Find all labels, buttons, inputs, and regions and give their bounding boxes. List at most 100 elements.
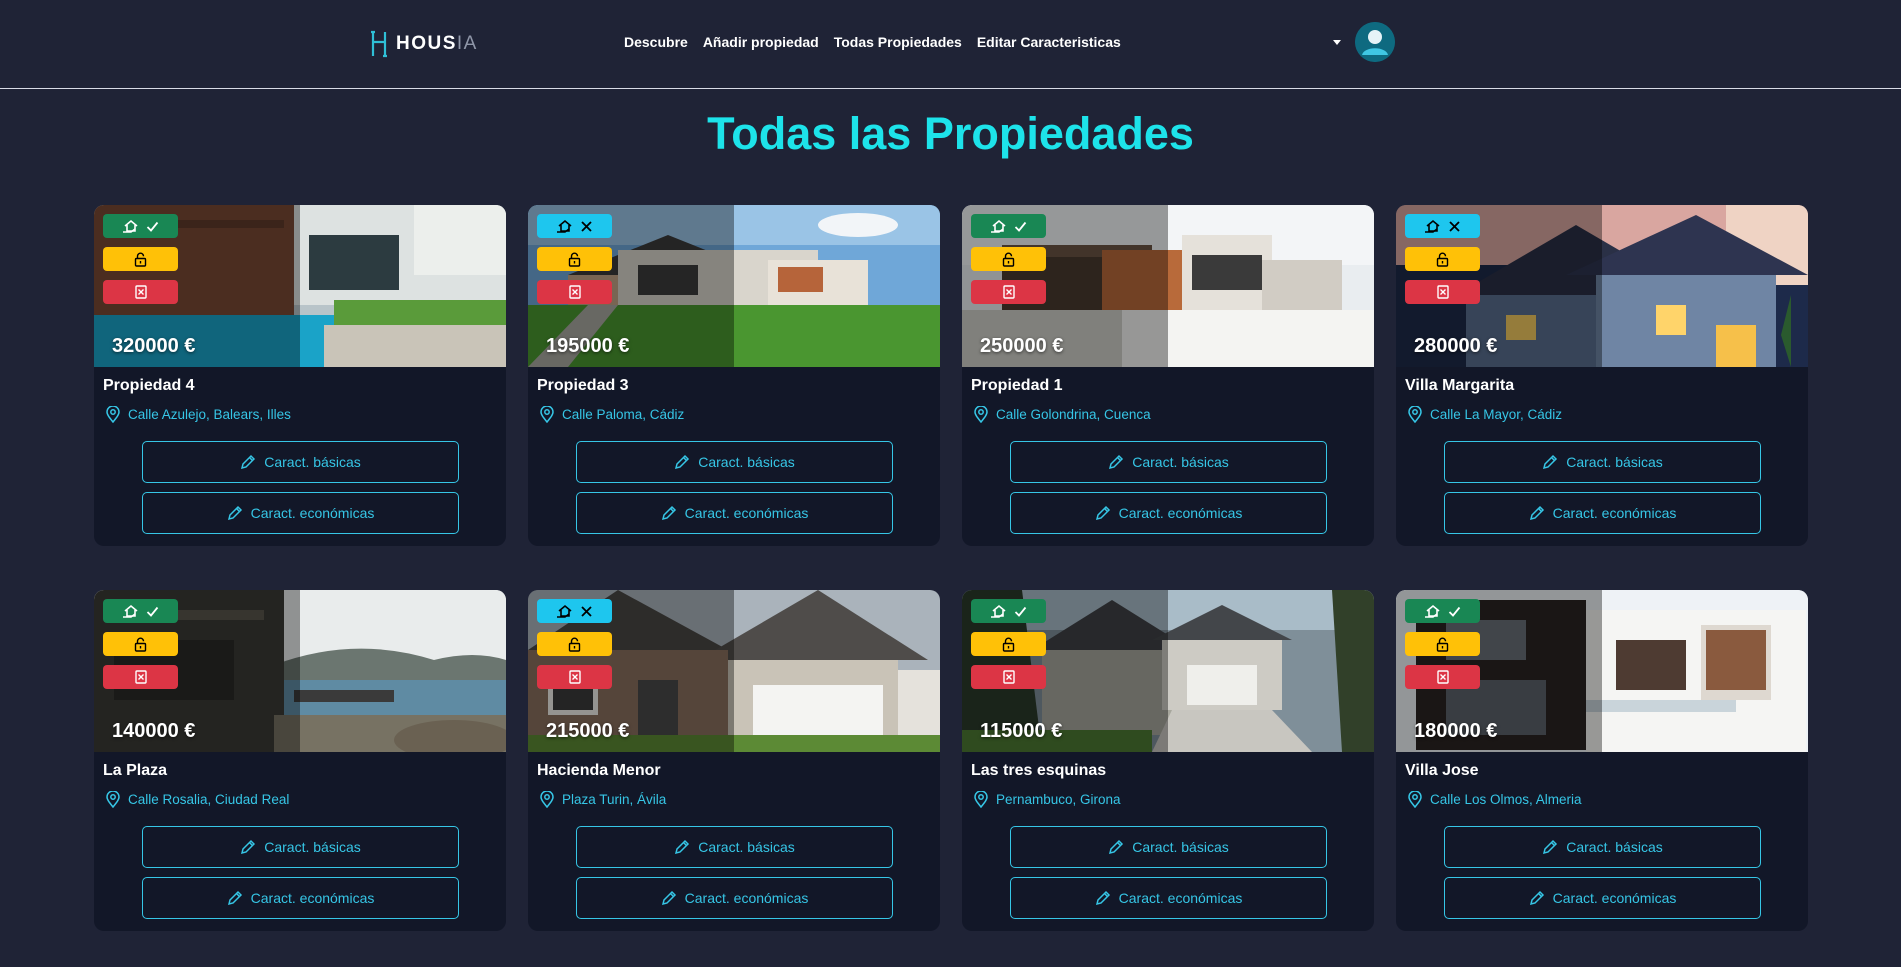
location-pin-icon [106, 406, 120, 423]
lock-badge[interactable] [103, 632, 178, 656]
nav-descubre[interactable]: Descubre [624, 34, 688, 50]
property-card: 195000 € Propiedad 3 Calle Paloma, Cádiz… [528, 205, 940, 546]
availability-badge[interactable] [103, 599, 178, 623]
economic-features-button[interactable]: Caract. económicas [1444, 492, 1761, 534]
property-price: 250000 € [980, 335, 1064, 357]
pencil-icon [227, 505, 242, 521]
delete-icon [1436, 285, 1449, 299]
check-icon [1448, 606, 1461, 617]
lock-open-icon [568, 252, 581, 267]
property-address-text: Pernambuco, Girona [996, 792, 1121, 807]
pencil-icon [227, 890, 242, 906]
card-badges [971, 214, 1046, 304]
economic-features-button[interactable]: Caract. económicas [1010, 877, 1327, 919]
house-logo-icon [371, 30, 387, 58]
property-address: Calle Paloma, Cádiz [540, 406, 684, 423]
property-image[interactable]: 250000 € [962, 205, 1374, 367]
basic-features-button[interactable]: Caract. básicas [142, 826, 459, 868]
property-name: Propiedad 1 [971, 377, 1063, 394]
basic-features-button[interactable]: Caract. básicas [1010, 826, 1327, 868]
property-image[interactable]: 280000 € [1396, 205, 1808, 367]
delete-badge[interactable] [971, 280, 1046, 304]
delete-badge[interactable] [1405, 665, 1480, 689]
location-pin-icon [1408, 791, 1422, 808]
lock-open-icon [1436, 252, 1449, 267]
economic-features-button[interactable]: Caract. económicas [1010, 492, 1327, 534]
property-image[interactable]: 115000 € [962, 590, 1374, 752]
property-price: 280000 € [1414, 335, 1498, 357]
delete-icon [568, 285, 581, 299]
property-image[interactable]: 180000 € [1396, 590, 1808, 752]
house-hand-icon [557, 219, 572, 233]
nav-edit-features[interactable]: Editar Caracteristicas [977, 34, 1121, 50]
main-nav: Descubre Añadir propiedad Todas Propieda… [624, 34, 1121, 50]
delete-badge[interactable] [971, 665, 1046, 689]
basic-features-button[interactable]: Caract. básicas [142, 441, 459, 483]
check-icon [146, 606, 159, 617]
lock-badge[interactable] [537, 632, 612, 656]
economic-features-button[interactable]: Caract. económicas [1444, 877, 1761, 919]
lock-badge[interactable] [1405, 632, 1480, 656]
house-hand-icon [1425, 604, 1440, 618]
delete-badge[interactable] [103, 280, 178, 304]
property-price: 195000 € [546, 335, 630, 357]
lock-badge[interactable] [971, 247, 1046, 271]
economic-features-button[interactable]: Caract. económicas [576, 877, 893, 919]
user-avatar[interactable] [1355, 22, 1395, 62]
check-icon [1014, 221, 1027, 232]
house-hand-icon [1425, 219, 1440, 233]
check-icon [1014, 606, 1027, 617]
availability-badge[interactable] [537, 599, 612, 623]
housia-logo[interactable]: HOUSIA [370, 29, 478, 59]
top-navbar: HOUSIA Descubre Añadir propiedad Todas P… [0, 0, 1901, 89]
property-name: Propiedad 4 [103, 377, 195, 394]
availability-badge[interactable] [971, 214, 1046, 238]
x-icon [1449, 220, 1460, 232]
availability-badge[interactable] [103, 214, 178, 238]
availability-badge[interactable] [971, 599, 1046, 623]
lock-badge[interactable] [103, 247, 178, 271]
delete-badge[interactable] [537, 665, 612, 689]
property-address: Calle Los Olmos, Almeria [1408, 791, 1582, 808]
user-menu-caret-icon[interactable] [1333, 40, 1341, 45]
property-image[interactable]: 215000 € [528, 590, 940, 752]
pencil-icon [1109, 454, 1124, 470]
property-address: Calle Golondrina, Cuenca [974, 406, 1151, 423]
economic-features-button[interactable]: Caract. económicas [576, 492, 893, 534]
availability-badge[interactable] [1405, 214, 1480, 238]
user-icon [1355, 22, 1395, 62]
property-card: 215000 € Hacienda Menor Plaza Turin, Ávi… [528, 590, 940, 931]
nav-add-property[interactable]: Añadir propiedad [703, 34, 819, 50]
property-price: 180000 € [1414, 720, 1498, 742]
house-hand-icon [557, 604, 572, 618]
property-image[interactable]: 195000 € [528, 205, 940, 367]
lock-open-icon [1436, 637, 1449, 652]
delete-badge[interactable] [103, 665, 178, 689]
properties-grid: 320000 € Propiedad 4 Calle Azulejo, Bale… [94, 205, 1808, 931]
property-image[interactable]: 140000 € [94, 590, 506, 752]
lock-badge[interactable] [971, 632, 1046, 656]
lock-badge[interactable] [537, 247, 612, 271]
basic-features-button[interactable]: Caract. básicas [1444, 826, 1761, 868]
lock-badge[interactable] [1405, 247, 1480, 271]
basic-features-button[interactable]: Caract. básicas [1010, 441, 1327, 483]
basic-features-button[interactable]: Caract. básicas [1444, 441, 1761, 483]
house-hand-icon [991, 604, 1006, 618]
availability-badge[interactable] [1405, 599, 1480, 623]
lock-open-icon [134, 252, 147, 267]
nav-all-properties[interactable]: Todas Propiedades [834, 34, 962, 50]
property-address: Plaza Turin, Ávila [540, 791, 666, 808]
property-image[interactable]: 320000 € [94, 205, 506, 367]
economic-features-button[interactable]: Caract. económicas [142, 492, 459, 534]
availability-badge[interactable] [537, 214, 612, 238]
delete-badge[interactable] [1405, 280, 1480, 304]
pencil-icon [1095, 890, 1110, 906]
basic-features-button[interactable]: Caract. básicas [576, 826, 893, 868]
property-card: 280000 € Villa Margarita Calle La Mayor,… [1396, 205, 1808, 546]
basic-features-button[interactable]: Caract. básicas [576, 441, 893, 483]
pencil-icon [661, 505, 676, 521]
economic-features-button[interactable]: Caract. económicas [142, 877, 459, 919]
property-card: 250000 € Propiedad 1 Calle Golondrina, C… [962, 205, 1374, 546]
delete-badge[interactable] [537, 280, 612, 304]
card-badges [971, 599, 1046, 689]
